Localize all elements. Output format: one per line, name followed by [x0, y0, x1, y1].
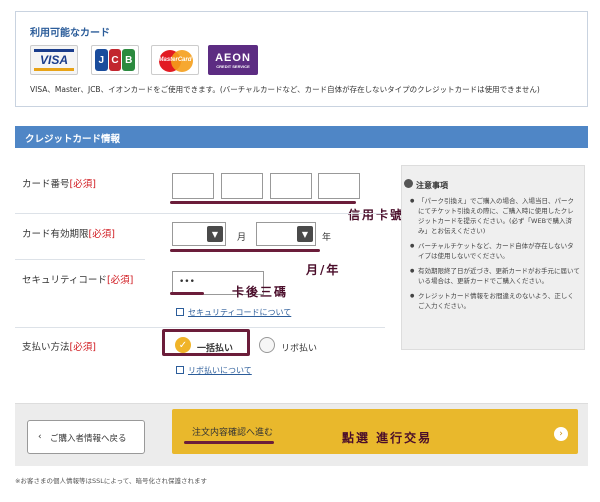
notice-item: 有効期限終了日が近づき、更新カードがお手元に届いている場合は、更新カードでご購入…	[410, 266, 580, 286]
credit-card-section-header: クレジットカード情報	[15, 126, 588, 148]
external-link-icon	[176, 308, 184, 316]
back-button[interactable]: ‹ ご購入者情報へ戻る	[27, 420, 145, 454]
expiry-year-select[interactable]: ▼	[256, 222, 316, 246]
expiry-label: カード有効期限[必須]	[22, 229, 115, 240]
section-title: クレジットカード情報	[25, 134, 121, 145]
notice-title: 注意事項	[404, 179, 448, 191]
lump-sum-label[interactable]: 一括払い	[197, 341, 233, 354]
available-cards-title: 利用可能なカード	[30, 28, 110, 39]
revolving-help-link[interactable]: リボ払いについて	[188, 365, 252, 376]
notice-panel: 注意事項 「パーク引換え」でご購入の場合、入場当日、パークにてチケット引換えの際…	[401, 165, 585, 350]
security-code-label: セキュリティコード[必須]	[22, 275, 134, 286]
month-unit: 月	[237, 233, 247, 243]
expiry-annotation: 月/年	[306, 263, 341, 277]
notice-item: 「パーク引換え」でご購入の場合、入場当日、パークにてチケット引換えの際に、ご購入…	[410, 196, 580, 236]
card-number-input-2[interactable]	[221, 173, 263, 199]
chevron-down-icon: ▼	[297, 226, 313, 242]
card-number-annotation: 信用卡號	[348, 208, 405, 222]
row-divider	[15, 327, 385, 328]
mastercard-logo: MasterCard	[151, 45, 199, 75]
notice-item: バーチャルチケットなど、カード自体が存在しないタイプは使用しないでください。	[410, 241, 580, 261]
card-number-underline	[170, 201, 356, 204]
card-number-input-3[interactable]	[270, 173, 312, 199]
confirm-annotation: 點選 進行交易	[342, 431, 433, 445]
row-divider	[15, 259, 145, 260]
security-annotation: 卡後三碼	[232, 285, 289, 299]
security-code-help-link[interactable]: セキュリティコードについて	[188, 307, 291, 318]
chevron-down-icon: ▼	[207, 226, 223, 242]
jcb-logo: JCB	[91, 45, 139, 75]
revolving-label[interactable]: リボ払い	[281, 341, 317, 354]
notice-item: クレジットカード情報をお間違えのないよう、正しくご入力ください。	[410, 291, 580, 311]
visa-logo: VISA	[30, 45, 78, 75]
available-cards-panel: 利用可能なカード VISA JCB MasterCard AEON CREDIT…	[15, 11, 588, 107]
confirm-underline	[184, 441, 274, 444]
security-underline	[170, 292, 204, 295]
expiry-underline	[170, 249, 320, 252]
chevron-right-icon: ›	[554, 427, 568, 441]
card-number-input-4[interactable]	[318, 173, 360, 199]
aeon-logo: AEON CREDIT SERVICE	[208, 45, 258, 75]
expiry-month-select[interactable]: ▼	[172, 222, 226, 246]
card-number-input-1[interactable]	[172, 173, 214, 199]
notice-list: 「パーク引換え」でご購入の場合、入場当日、パークにてチケット引換えの際に、ご購入…	[410, 196, 580, 316]
available-cards-note: VISA、Master、JCB、イオンカードをご使用できます。(バーチャルカード…	[30, 85, 540, 94]
card-number-label: カード番号[必須]	[22, 179, 96, 190]
info-icon	[404, 179, 413, 188]
revolving-radio[interactable]	[259, 337, 275, 353]
chevron-left-icon: ‹	[38, 432, 42, 442]
row-divider	[15, 213, 385, 214]
lump-sum-radio[interactable]: ✓	[175, 337, 191, 353]
payment-method-label: 支払い方法[必須]	[22, 342, 96, 353]
ssl-footnote: ※お客さまの個人情報等はSSLによって、暗号化され保護されます	[15, 477, 207, 485]
external-link-icon	[176, 366, 184, 374]
year-unit: 年	[322, 233, 332, 243]
